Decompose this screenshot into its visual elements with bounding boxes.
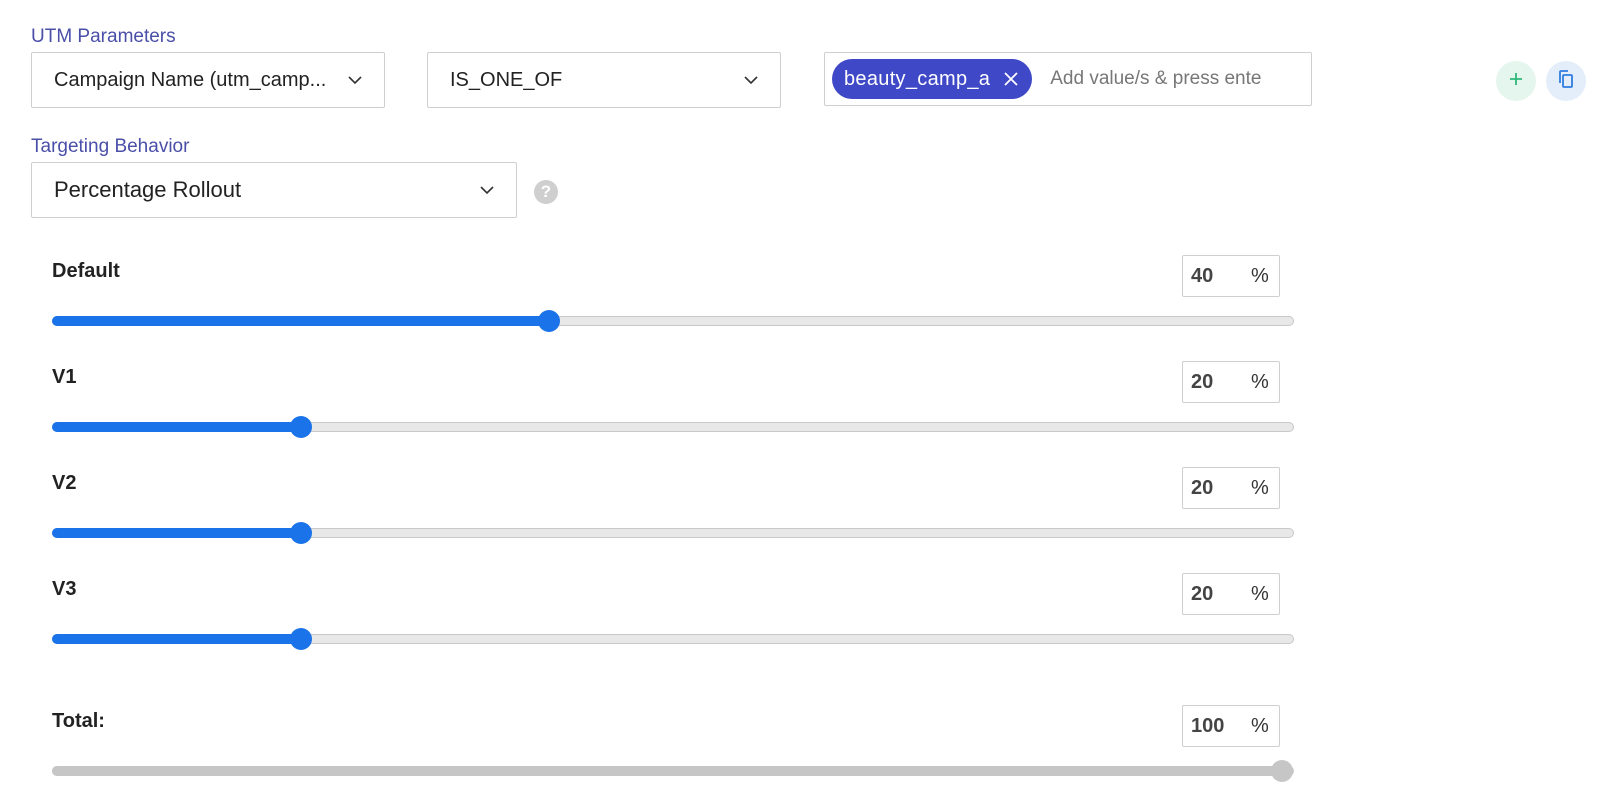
percent-unit: % — [1251, 582, 1269, 605]
slider-fill — [52, 528, 301, 538]
slider-v2[interactable] — [52, 522, 1294, 544]
total-percentage-value — [1191, 714, 1247, 738]
operator-select[interactable]: IS_ONE_OF — [427, 52, 781, 108]
slider-fill — [52, 634, 301, 644]
slider-thumb[interactable] — [290, 628, 312, 650]
total-slider — [52, 760, 1294, 782]
close-icon[interactable] — [1002, 70, 1020, 88]
slider-thumb[interactable] — [538, 310, 560, 332]
slider-thumb[interactable] — [290, 522, 312, 544]
copy-icon — [1557, 69, 1575, 94]
percent-unit: % — [1251, 370, 1269, 393]
slider-fill — [52, 316, 549, 326]
percentage-field-default[interactable]: % — [1182, 255, 1280, 297]
total-label: Total: — [52, 710, 105, 732]
utm-parameter-select[interactable]: Campaign Name (utm_camp... — [31, 52, 385, 108]
row-label-v3: V3 — [52, 578, 77, 600]
row-label-v2: V2 — [52, 472, 77, 494]
slider-v1[interactable] — [52, 416, 1294, 438]
slider-thumb[interactable] — [290, 416, 312, 438]
help-icon[interactable]: ? — [534, 180, 558, 204]
utm-parameters-label: UTM Parameters — [31, 26, 176, 47]
slider-v3[interactable] — [52, 628, 1294, 650]
copy-condition-button[interactable] — [1546, 61, 1586, 101]
chevron-down-icon — [744, 73, 758, 87]
slider-fill — [52, 422, 301, 432]
utm-values-tag-input[interactable]: beauty_camp_a — [824, 52, 1312, 106]
slider-fill — [52, 766, 1293, 776]
plus-icon — [1508, 71, 1524, 92]
percent-unit: % — [1251, 476, 1269, 499]
percent-unit: % — [1251, 714, 1269, 737]
slider-thumb — [1271, 760, 1293, 782]
row-label-v1: V1 — [52, 366, 77, 388]
percent-unit: % — [1251, 264, 1269, 287]
percentage-field-v2[interactable]: % — [1182, 467, 1280, 509]
row-label-default: Default — [52, 260, 120, 282]
targeting-behavior-select[interactable]: Percentage Rollout — [31, 162, 517, 218]
value-tag: beauty_camp_a — [832, 59, 1033, 99]
chevron-down-icon — [348, 73, 362, 87]
tag-label: beauty_camp_a — [844, 67, 991, 90]
chevron-down-icon — [480, 183, 494, 197]
utm-parameter-value: Campaign Name (utm_camp... — [54, 68, 327, 91]
percentage-input-v3[interactable] — [1191, 582, 1247, 606]
slider-default[interactable] — [52, 310, 1294, 332]
percentage-input-v2[interactable] — [1191, 476, 1247, 500]
percentage-field-v1[interactable]: % — [1182, 361, 1280, 403]
percentage-input-default[interactable] — [1191, 264, 1247, 288]
percentage-input-v1[interactable] — [1191, 370, 1247, 394]
targeting-behavior-label: Targeting Behavior — [31, 136, 190, 157]
percentage-field-v3[interactable]: % — [1182, 573, 1280, 615]
tag-value-input[interactable] — [1050, 68, 1281, 90]
add-condition-button[interactable] — [1496, 61, 1536, 101]
targeting-behavior-value: Percentage Rollout — [54, 177, 242, 202]
total-percentage-field: % — [1182, 705, 1280, 747]
operator-value: IS_ONE_OF — [450, 68, 563, 91]
